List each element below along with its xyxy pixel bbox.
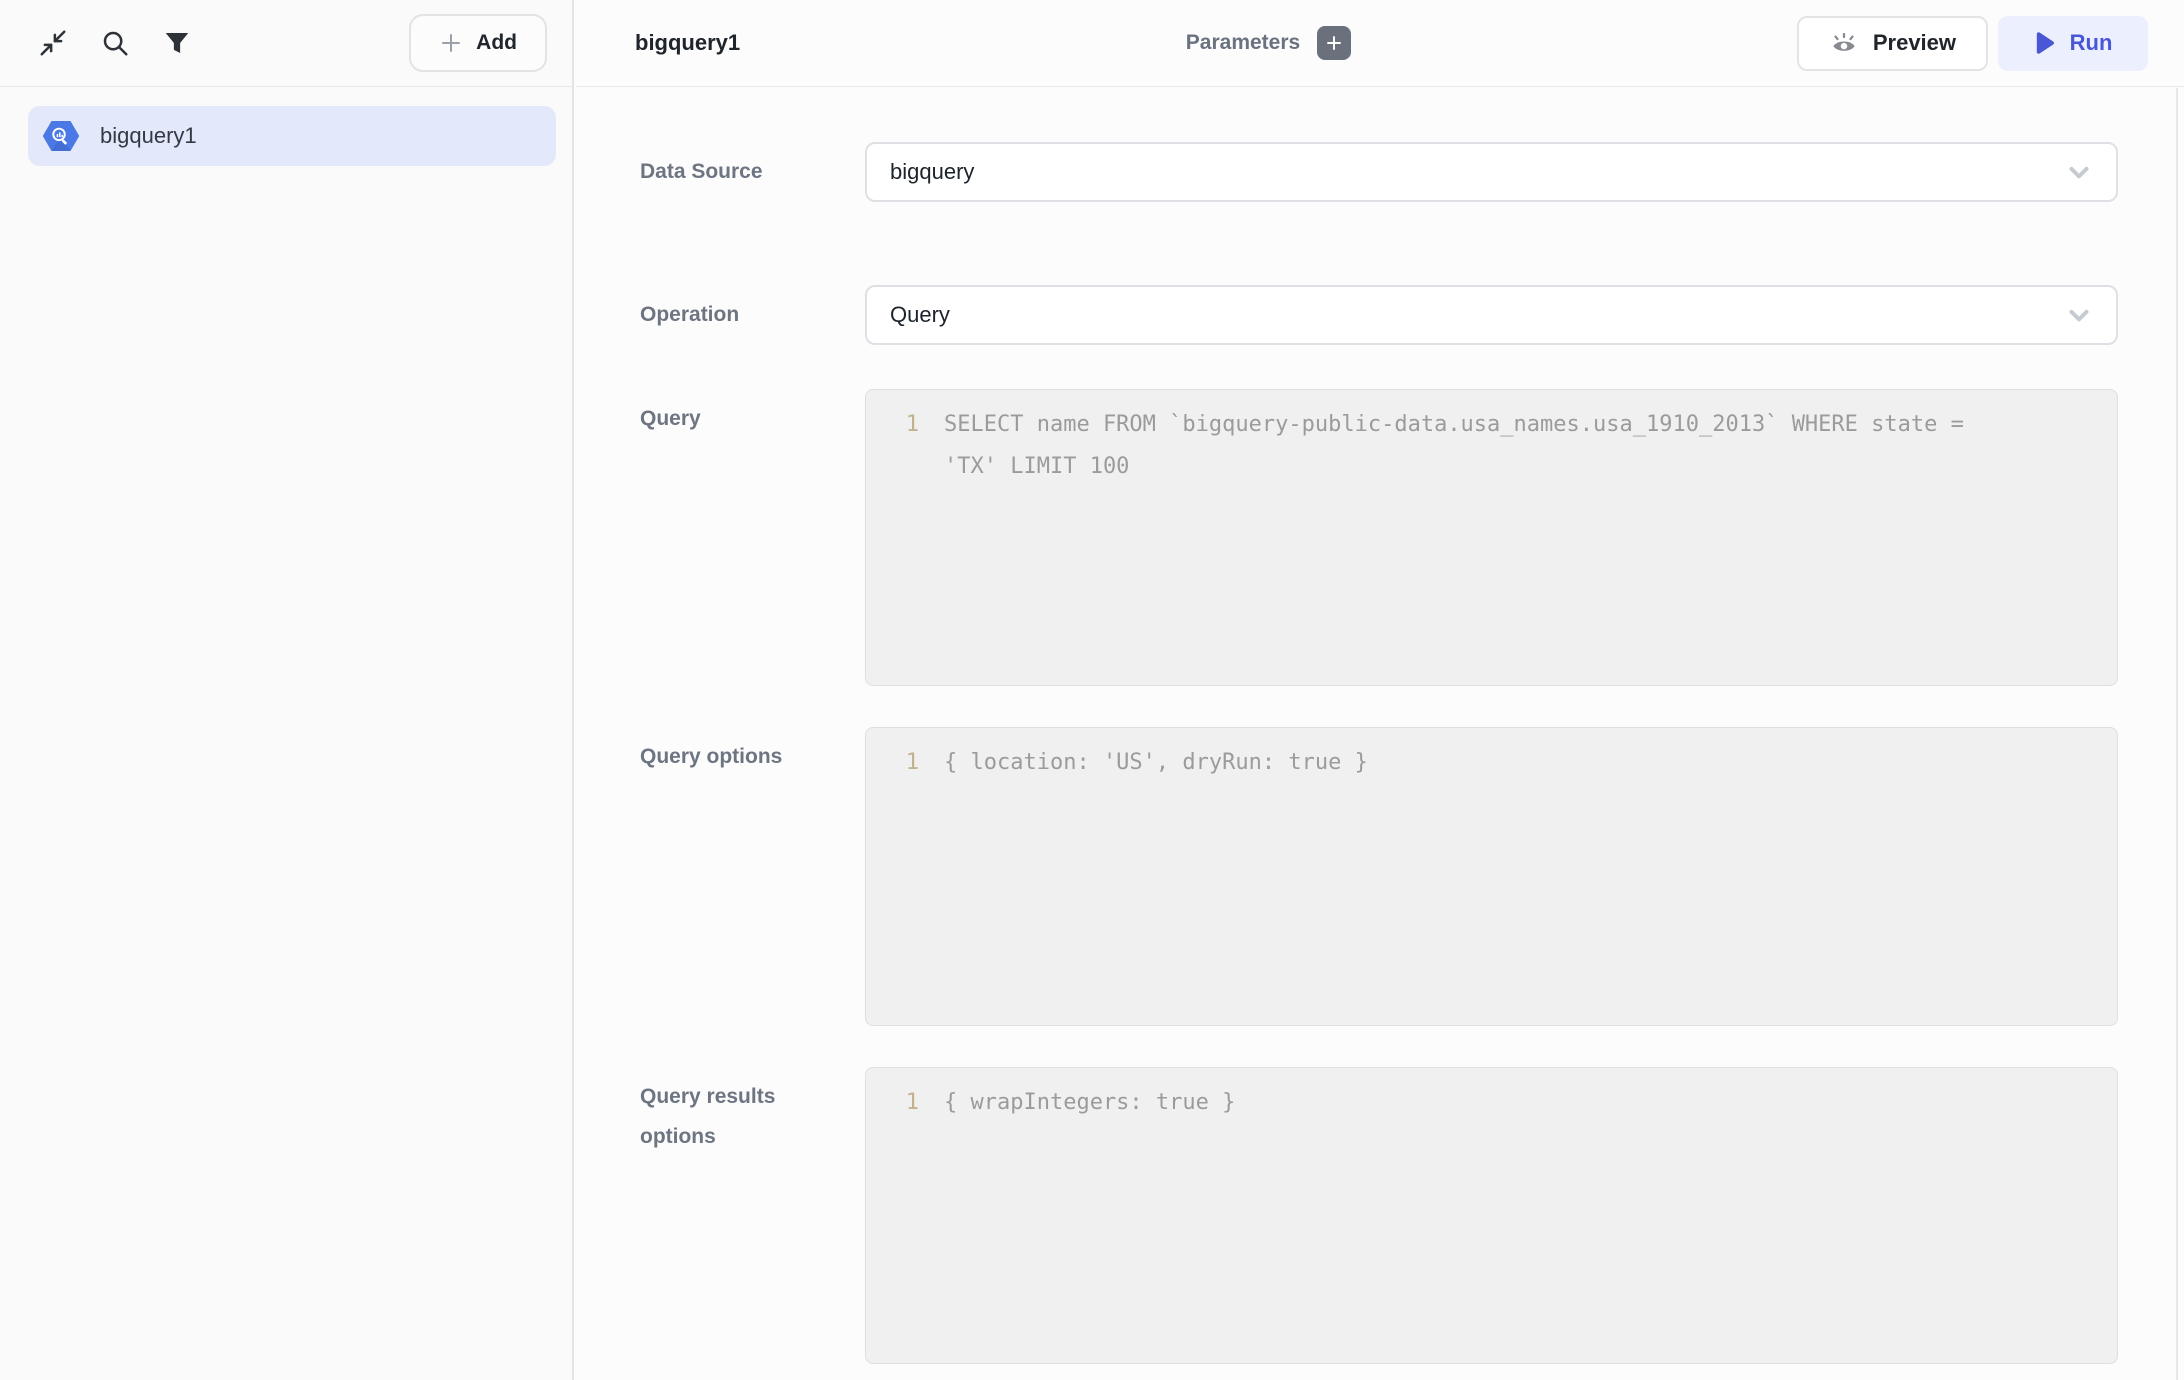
plus-icon: [439, 31, 463, 55]
parameters-label: Parameters: [1186, 31, 1300, 55]
run-button-label: Run: [2070, 30, 2113, 56]
operation-label: Operation: [640, 295, 865, 335]
plus-icon: [1325, 34, 1343, 52]
header-buttons: Preview Run: [1797, 16, 2148, 71]
query-results-options-editor[interactable]: 1 { wrapIntegers: true }: [865, 1067, 2118, 1364]
chevron-down-icon: [2064, 157, 2094, 187]
sidebar-item-bigquery1[interactable]: bigquery1: [28, 106, 556, 166]
line-number: 1: [886, 742, 919, 784]
line-number: 1: [886, 1082, 919, 1124]
add-parameter-button[interactable]: [1317, 26, 1351, 60]
query-options-label: Query options: [640, 727, 865, 777]
query-results-options-label: Query results options: [640, 1067, 865, 1157]
eye-icon: [1829, 28, 1859, 58]
data-source-select[interactable]: bigquery: [865, 142, 2118, 202]
search-icon[interactable]: [100, 28, 130, 58]
sidebar: Add bigquery1: [0, 0, 574, 1380]
sidebar-item-label: bigquery1: [100, 123, 197, 149]
query-results-options-text: { wrapIntegers: true }: [944, 1082, 2004, 1124]
query-row: Query 1 SELECT name FROM `bigquery-publi…: [640, 389, 2184, 686]
preview-button[interactable]: Preview: [1797, 16, 1988, 71]
line-number: 1: [886, 404, 919, 446]
data-source-row: Data Source bigquery: [640, 142, 2184, 202]
query-label: Query: [640, 389, 865, 439]
data-source-label: Data Source: [640, 152, 865, 192]
operation-select[interactable]: Query: [865, 285, 2118, 345]
play-icon: [2034, 31, 2056, 55]
run-button[interactable]: Run: [1998, 16, 2148, 71]
add-query-button[interactable]: Add: [409, 14, 547, 72]
preview-button-label: Preview: [1873, 30, 1956, 56]
query-options-row: Query options 1 { location: 'US', dryRun…: [640, 727, 2184, 1026]
add-button-label: Add: [476, 31, 517, 55]
operation-row: Operation Query: [640, 285, 2184, 345]
collapse-icon[interactable]: [38, 28, 68, 58]
parameters-group: Parameters: [1186, 26, 1351, 60]
main-panel: bigquery1 Parameters Preview: [576, 0, 2184, 1380]
query-options-editor[interactable]: 1 { location: 'US', dryRun: true }: [865, 727, 2118, 1026]
query-results-options-row: Query results options 1 { wrapIntegers: …: [640, 1067, 2184, 1364]
filter-icon[interactable]: [162, 28, 192, 58]
sidebar-header: Add: [0, 0, 572, 87]
query-options-text: { location: 'US', dryRun: true }: [944, 742, 2004, 784]
data-source-value: bigquery: [890, 159, 974, 185]
query-code-editor[interactable]: 1 SELECT name FROM `bigquery-public-data…: [865, 389, 2118, 686]
chevron-down-icon: [2064, 300, 2094, 330]
main-header: bigquery1 Parameters Preview: [576, 0, 2184, 87]
query-form: Data Source bigquery Operation Query: [576, 142, 2184, 1364]
operation-value: Query: [890, 302, 950, 328]
page-title: bigquery1: [635, 30, 740, 56]
query-code-text: SELECT name FROM `bigquery-public-data.u…: [944, 404, 2004, 488]
bigquery-icon: [42, 119, 80, 153]
